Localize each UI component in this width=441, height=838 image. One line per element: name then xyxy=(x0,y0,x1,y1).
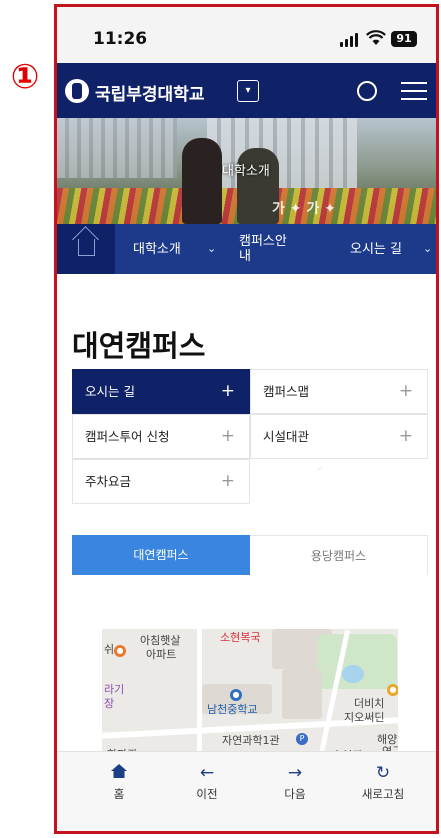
food-pin-icon: ● xyxy=(114,645,126,657)
map-label: 소현복국 xyxy=(220,631,261,644)
hero-decoration-text: 가 ✦ 가 ✦ xyxy=(272,201,336,217)
browser-bottom-bar: 홈 ← 이전 → 다음 ↻ 새로고침 xyxy=(57,751,436,831)
submenu-label: 캠퍼스맵 xyxy=(263,384,310,399)
status-time: 11:26 xyxy=(93,29,148,49)
plus-icon: + xyxy=(220,426,235,446)
plus-icon: + xyxy=(220,471,235,491)
plus-icon: + xyxy=(220,381,235,401)
chevron-down-icon: ⌄ xyxy=(315,460,325,473)
breadcrumb-item-campus-guide[interactable]: 캠퍼스안 내 xyxy=(239,224,291,274)
home-button-label: 홈 xyxy=(113,787,125,801)
map-label: 남천중학교 xyxy=(207,703,258,716)
university-logo-icon[interactable] xyxy=(65,79,89,103)
breadcrumb-nav: 대학소개 ⌄ 캠퍼스안 내 ⌄ 오시는 길 ⌄ xyxy=(57,224,436,473)
arrow-right-icon: → xyxy=(287,763,303,783)
home-breadcrumb-button[interactable] xyxy=(57,224,115,274)
phone-screen: 11:26 91 국립부경대학교 ▾ 대학소개 가 ✦ 가 ✦ 대학소개 ⌄ 캠… xyxy=(54,4,439,834)
map-label: 장 xyxy=(104,697,115,710)
submenu-item-parking-fee[interactable]: 주차요금 + xyxy=(72,459,250,504)
plus-icon: + xyxy=(398,381,413,401)
site-header: 국립부경대학교 ▾ xyxy=(57,63,436,118)
submenu-item-campus-tour[interactable]: 캠퍼스투어 신청 + xyxy=(72,414,250,459)
annotation-marker: ① xyxy=(10,57,40,97)
poi-pin-icon: ● xyxy=(387,684,398,696)
hero-banner: 대학소개 가 ✦ 가 ✦ xyxy=(57,118,436,224)
breadcrumb-label: 오시는 길 xyxy=(350,241,402,257)
map-label: 자연과학1관 xyxy=(222,734,280,747)
university-logo-text[interactable]: 국립부경대학교 xyxy=(95,80,204,105)
tab-yongdang-campus[interactable]: 용당캠퍼스 xyxy=(250,535,428,575)
breadcrumb-label: 대학소개 xyxy=(133,241,181,257)
breadcrumb-item-directions[interactable]: 오시는 길 ⌄ xyxy=(350,224,436,274)
forward-button-label: 다음 xyxy=(284,787,306,801)
wifi-icon xyxy=(366,30,386,48)
battery-icon: 91 xyxy=(391,31,417,47)
hero-title: 대학소개 xyxy=(222,164,270,179)
back-button-label: 이전 xyxy=(196,787,218,801)
refresh-icon: ↻ xyxy=(375,763,391,783)
home-outline-icon xyxy=(78,239,95,256)
page-title: 대연캠퍼스 xyxy=(72,329,206,363)
map-label: 지오써딘 xyxy=(344,711,385,724)
submenu-label: 캠퍼스투어 신청 xyxy=(85,429,170,444)
submenu-label: 주차요금 xyxy=(85,474,132,489)
campus-tabs: 대연캠퍼스 용당캠퍼스 xyxy=(72,535,428,575)
submenu-item-directions[interactable]: 오시는 길 + xyxy=(72,369,250,414)
forward-button[interactable]: → 다음 xyxy=(255,762,335,802)
refresh-button-label: 새로고침 xyxy=(361,787,405,801)
chevron-down-icon: ⌄ xyxy=(207,242,217,255)
submenu-label: 오시는 길 xyxy=(85,384,135,399)
map-label: 쉬 xyxy=(104,643,115,656)
site-dropdown-button[interactable]: ▾ xyxy=(237,80,259,102)
map-label: 아파트 xyxy=(146,648,177,661)
submenu-item-facility-rental[interactable]: 시설대관 + xyxy=(250,414,428,459)
search-icon[interactable] xyxy=(357,81,377,101)
parking-pin-icon: P xyxy=(296,733,308,745)
status-bar: 11:26 91 xyxy=(57,7,436,63)
signal-icon xyxy=(340,33,360,47)
hamburger-menu-icon[interactable] xyxy=(401,80,427,102)
tab-daeyeon-campus[interactable]: 대연캠퍼스 xyxy=(72,535,250,575)
campus-map[interactable]: ● 쉬 아침햇살 아파트 소현복국 라기 장 ● 남천중학교 ● 더비치 지오써… xyxy=(102,629,398,755)
home-button[interactable]: 홈 xyxy=(79,762,159,802)
back-button[interactable]: ← 이전 xyxy=(167,762,247,802)
refresh-button[interactable]: ↻ 새로고침 xyxy=(343,762,423,802)
chevron-down-icon: ⌄ xyxy=(423,242,433,255)
submenu-label: 시설대관 xyxy=(263,429,310,444)
submenu-item-campus-map[interactable]: 캠퍼스맵 + xyxy=(250,369,428,414)
arrow-left-icon: ← xyxy=(199,763,215,783)
plus-icon: + xyxy=(398,426,413,446)
breadcrumb-label: 캠퍼스안 내 xyxy=(239,234,287,264)
home-icon xyxy=(79,762,159,784)
school-pin-icon: ● xyxy=(230,689,242,701)
breadcrumb-item-about[interactable]: 대학소개 ⌄ xyxy=(133,224,223,274)
